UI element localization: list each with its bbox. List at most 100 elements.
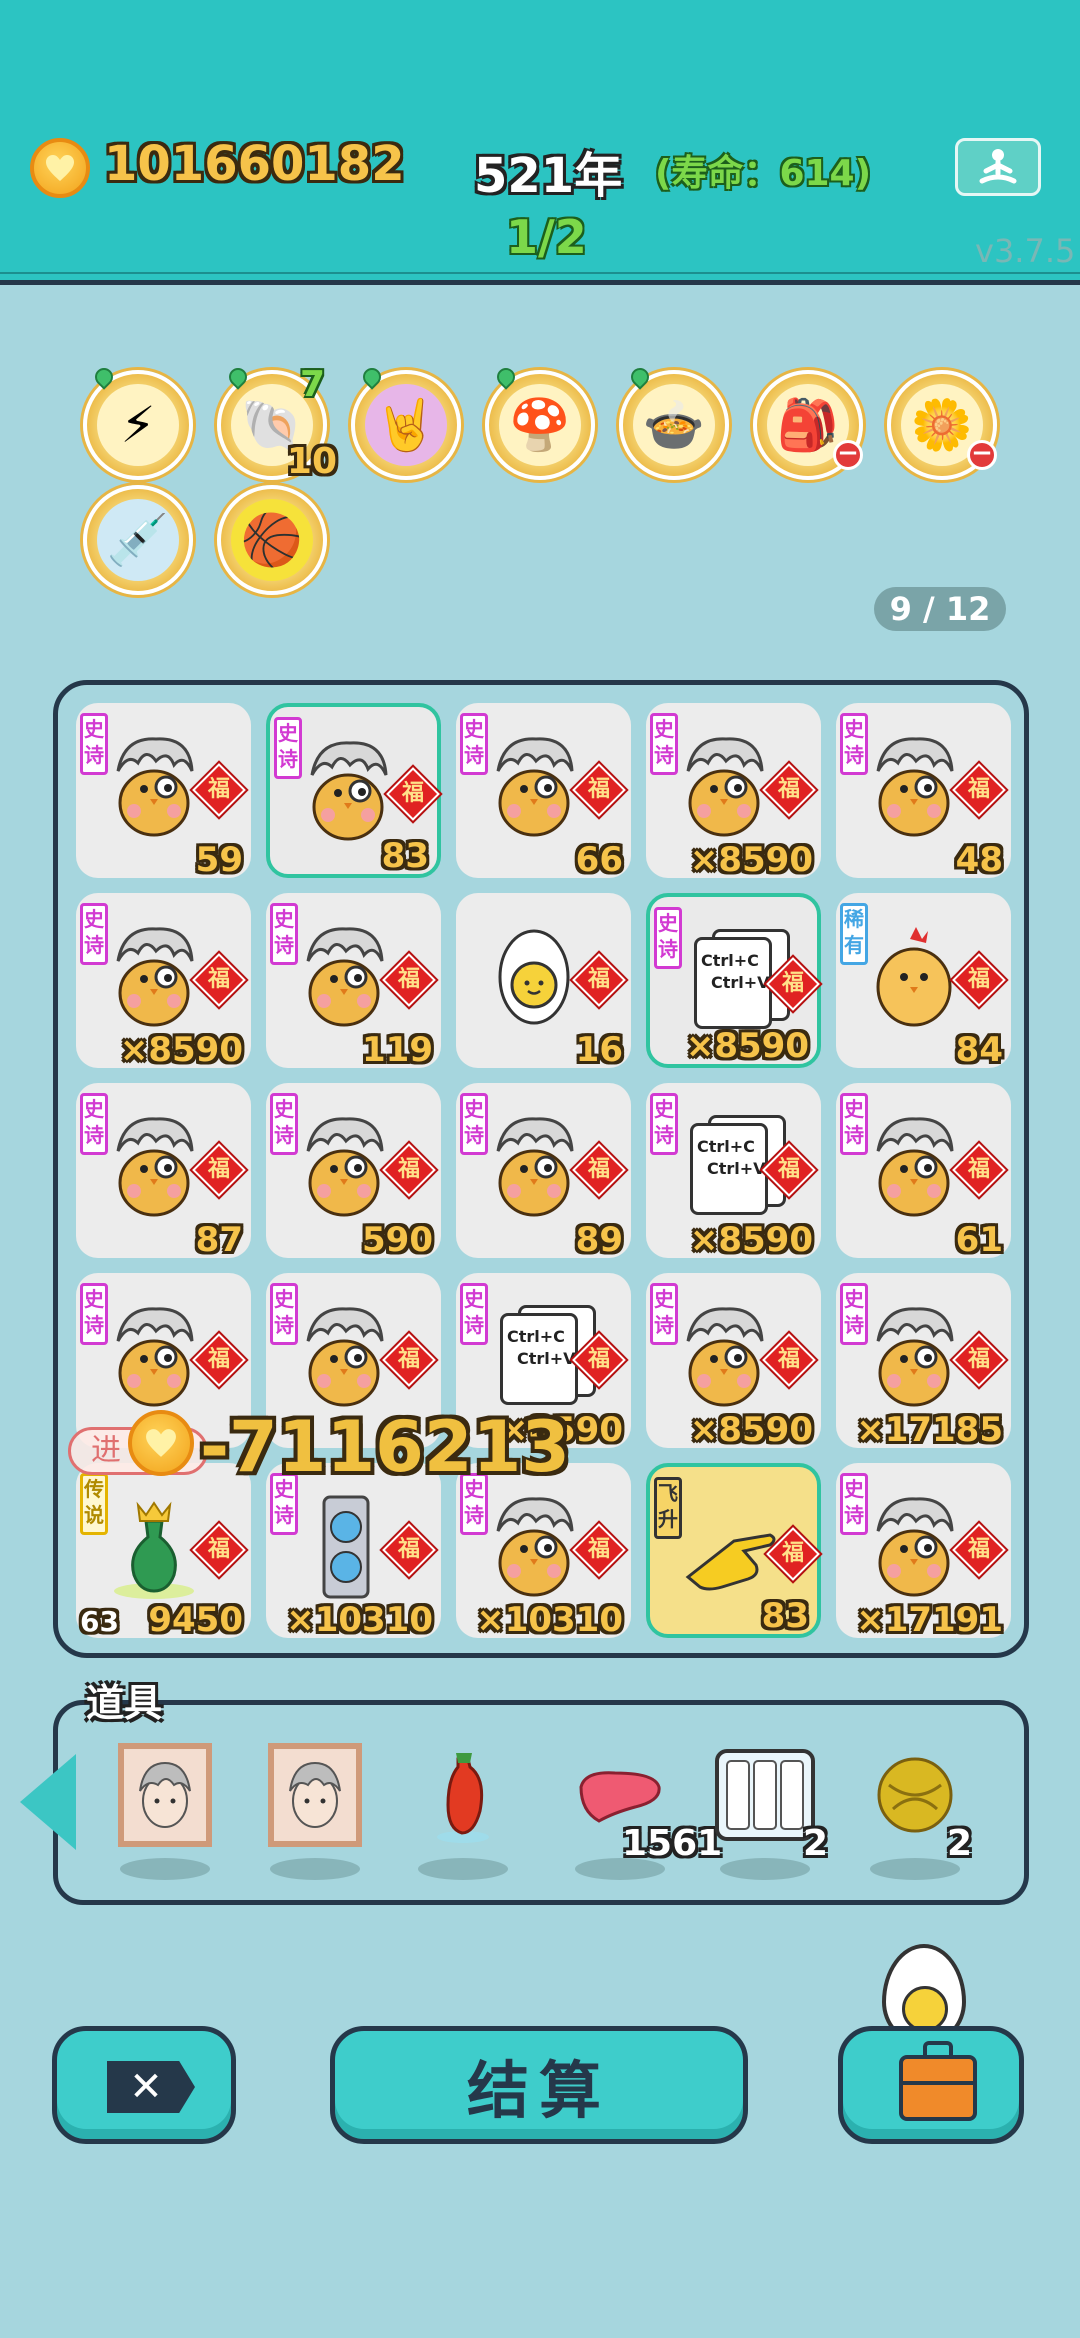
buff-slot[interactable]: 🍄	[485, 364, 595, 480]
year-display: 521年	[474, 148, 623, 204]
board-cell[interactable]: 史诗福 ×8590	[76, 893, 251, 1070]
remove-badge-icon[interactable]: −	[967, 440, 997, 470]
fortune-label: 福	[207, 1347, 230, 1372]
settle-button[interactable]: 结算	[330, 2026, 748, 2144]
board-cell[interactable]: 福 16	[456, 893, 631, 1070]
remove-badge-icon[interactable]: −	[833, 440, 863, 470]
buff-slot[interactable]: 🏀	[217, 485, 327, 595]
pin-icon	[359, 364, 385, 390]
ctrl-c-text: Ctrl+C	[697, 1137, 755, 1156]
fortune-label: 福	[967, 967, 990, 992]
gray-hair-chick-icon	[864, 731, 964, 841]
game-board: 史诗福 59 史诗福 83 史诗福 66 史诗福 ×8590 史诗福 48 史诗福 ×8590 史诗福 1…	[53, 680, 1029, 1658]
buff-slot[interactable]: 🌼 −	[887, 370, 997, 480]
rarity-tag: 史诗	[650, 1283, 678, 1345]
chick-icon	[864, 921, 964, 1031]
board-cell[interactable]: 史诗福 ×10310	[266, 1463, 441, 1640]
buff-slot[interactable]: 🐚 7 10	[217, 364, 337, 482]
rock-hand-icon: 🤘	[374, 395, 438, 454]
ctrl-v-text: Ctrl+V	[707, 1159, 766, 1178]
gold-ball-icon	[875, 1755, 955, 1835]
prop-shadow	[120, 1858, 210, 1880]
board-cell[interactable]: 史诗福 119	[266, 893, 441, 1070]
portrait-frame-icon	[268, 1743, 362, 1847]
gray-hair-chick-icon	[674, 1301, 774, 1411]
rarity-tag: 史诗	[650, 713, 678, 775]
prop-count: 1561	[622, 1823, 723, 1864]
fortune-label: 福	[967, 1537, 990, 1562]
close-icon: ✕	[107, 2061, 195, 2113]
board-cell[interactable]: 史诗福 ×8590	[646, 1273, 821, 1450]
fortune-label: 福	[967, 1347, 990, 1372]
board-cell[interactable]: Ctrl+C Ctrl+V 史诗福 ×8590	[646, 1083, 821, 1260]
gray-hair-chick-icon	[104, 921, 204, 1031]
gpu-icon	[294, 1491, 394, 1601]
cell-value: 84	[955, 1030, 1003, 1070]
board-cell[interactable]: 史诗福 ×17191	[836, 1463, 1011, 1640]
rarity-tag: 史诗	[80, 903, 108, 965]
prop-count: 2	[803, 1823, 829, 1864]
rarity-tag: 史诗	[460, 1093, 488, 1155]
rarity-tag: 史诗	[650, 1093, 678, 1155]
fortune-label: 福	[587, 1347, 610, 1372]
fortune-label: 福	[781, 971, 804, 996]
cell-value: ×8590	[689, 1220, 813, 1260]
pin-icon	[91, 364, 117, 390]
cell-value: 83	[381, 836, 429, 876]
cell-value: 48	[955, 840, 1003, 880]
board-cell[interactable]: 史诗福 59	[76, 703, 251, 880]
bag-button[interactable]	[838, 2026, 1024, 2144]
cell-value: ×17191	[856, 1600, 1003, 1640]
gray-hair-chick-icon	[104, 1111, 204, 1221]
fortune-label: 福	[777, 1157, 800, 1182]
board-cell[interactable]: 稀有福 84	[836, 893, 1011, 1070]
cell-value: 59	[195, 840, 243, 880]
board-cell[interactable]: 史诗福 61	[836, 1083, 1011, 1260]
cancel-button[interactable]: ✕	[52, 2026, 236, 2144]
prop-item[interactable]	[265, 1740, 365, 1850]
board-cell[interactable]: 史诗福 87	[76, 1083, 251, 1260]
board-cell[interactable]: 史诗福 66	[456, 703, 631, 880]
prop-item[interactable]	[115, 1740, 215, 1850]
buff-slot[interactable]: 🎒 −	[753, 370, 863, 480]
coin-change-floater: -7116213	[200, 1406, 570, 1488]
board-cell[interactable]: 史诗福 83	[266, 703, 441, 878]
settle-label: 结算	[466, 2054, 611, 2127]
props-prev-arrow-icon[interactable]	[20, 1754, 76, 1850]
rarity-tag: 史诗	[654, 907, 682, 969]
board-cell[interactable]: 传说福 63 9450	[76, 1463, 251, 1640]
buff-slot[interactable]: 💉	[83, 485, 193, 595]
board-cell[interactable]: 史诗福 ×10310	[456, 1463, 631, 1640]
rarity-tag: 史诗	[270, 1093, 298, 1155]
gray-hair-chick-icon	[104, 731, 204, 841]
buff-slot[interactable]: ⚡	[83, 364, 193, 480]
meditate-button[interactable]	[955, 138, 1041, 196]
board-cell[interactable]: Ctrl+C Ctrl+V 史诗福 ×8590	[646, 893, 821, 1068]
cell-value: ×8590	[689, 840, 813, 880]
board-cell[interactable]: 史诗福 590	[266, 1083, 441, 1260]
prop-item[interactable]	[715, 1740, 815, 1850]
board-cell[interactable]: 飞升福 83	[646, 1463, 821, 1638]
sack-icon: 🎒	[776, 395, 840, 454]
syringe-chick-icon: 💉	[106, 510, 170, 569]
battery-icon	[713, 1747, 817, 1843]
buff-slot[interactable]: 🍲	[619, 364, 729, 480]
prop-shadow	[270, 1858, 360, 1880]
buff-bottom-badge: 10	[286, 441, 337, 482]
board-cell[interactable]: 史诗福 89	[456, 1083, 631, 1260]
prop-item[interactable]	[413, 1740, 513, 1850]
board-cell[interactable]: 史诗福 48	[836, 703, 1011, 880]
lightning-icon: ⚡	[120, 396, 156, 454]
cell-value: 16	[575, 1030, 623, 1070]
buff-slot[interactable]: 🤘	[351, 364, 461, 480]
fortune-label: 福	[207, 1157, 230, 1182]
stage-progress: 1/2	[506, 210, 587, 264]
board-cell[interactable]: 史诗福 ×8590	[646, 703, 821, 880]
prop-count: 2	[947, 1823, 973, 1864]
fortune-label: 福	[397, 1347, 420, 1372]
pin-icon	[493, 364, 519, 390]
gray-hair-chick-icon	[294, 1111, 394, 1221]
board-cell[interactable]: 史诗福 ×17185	[836, 1273, 1011, 1450]
floating-coin-icon	[128, 1410, 194, 1476]
pin-icon	[225, 364, 251, 390]
